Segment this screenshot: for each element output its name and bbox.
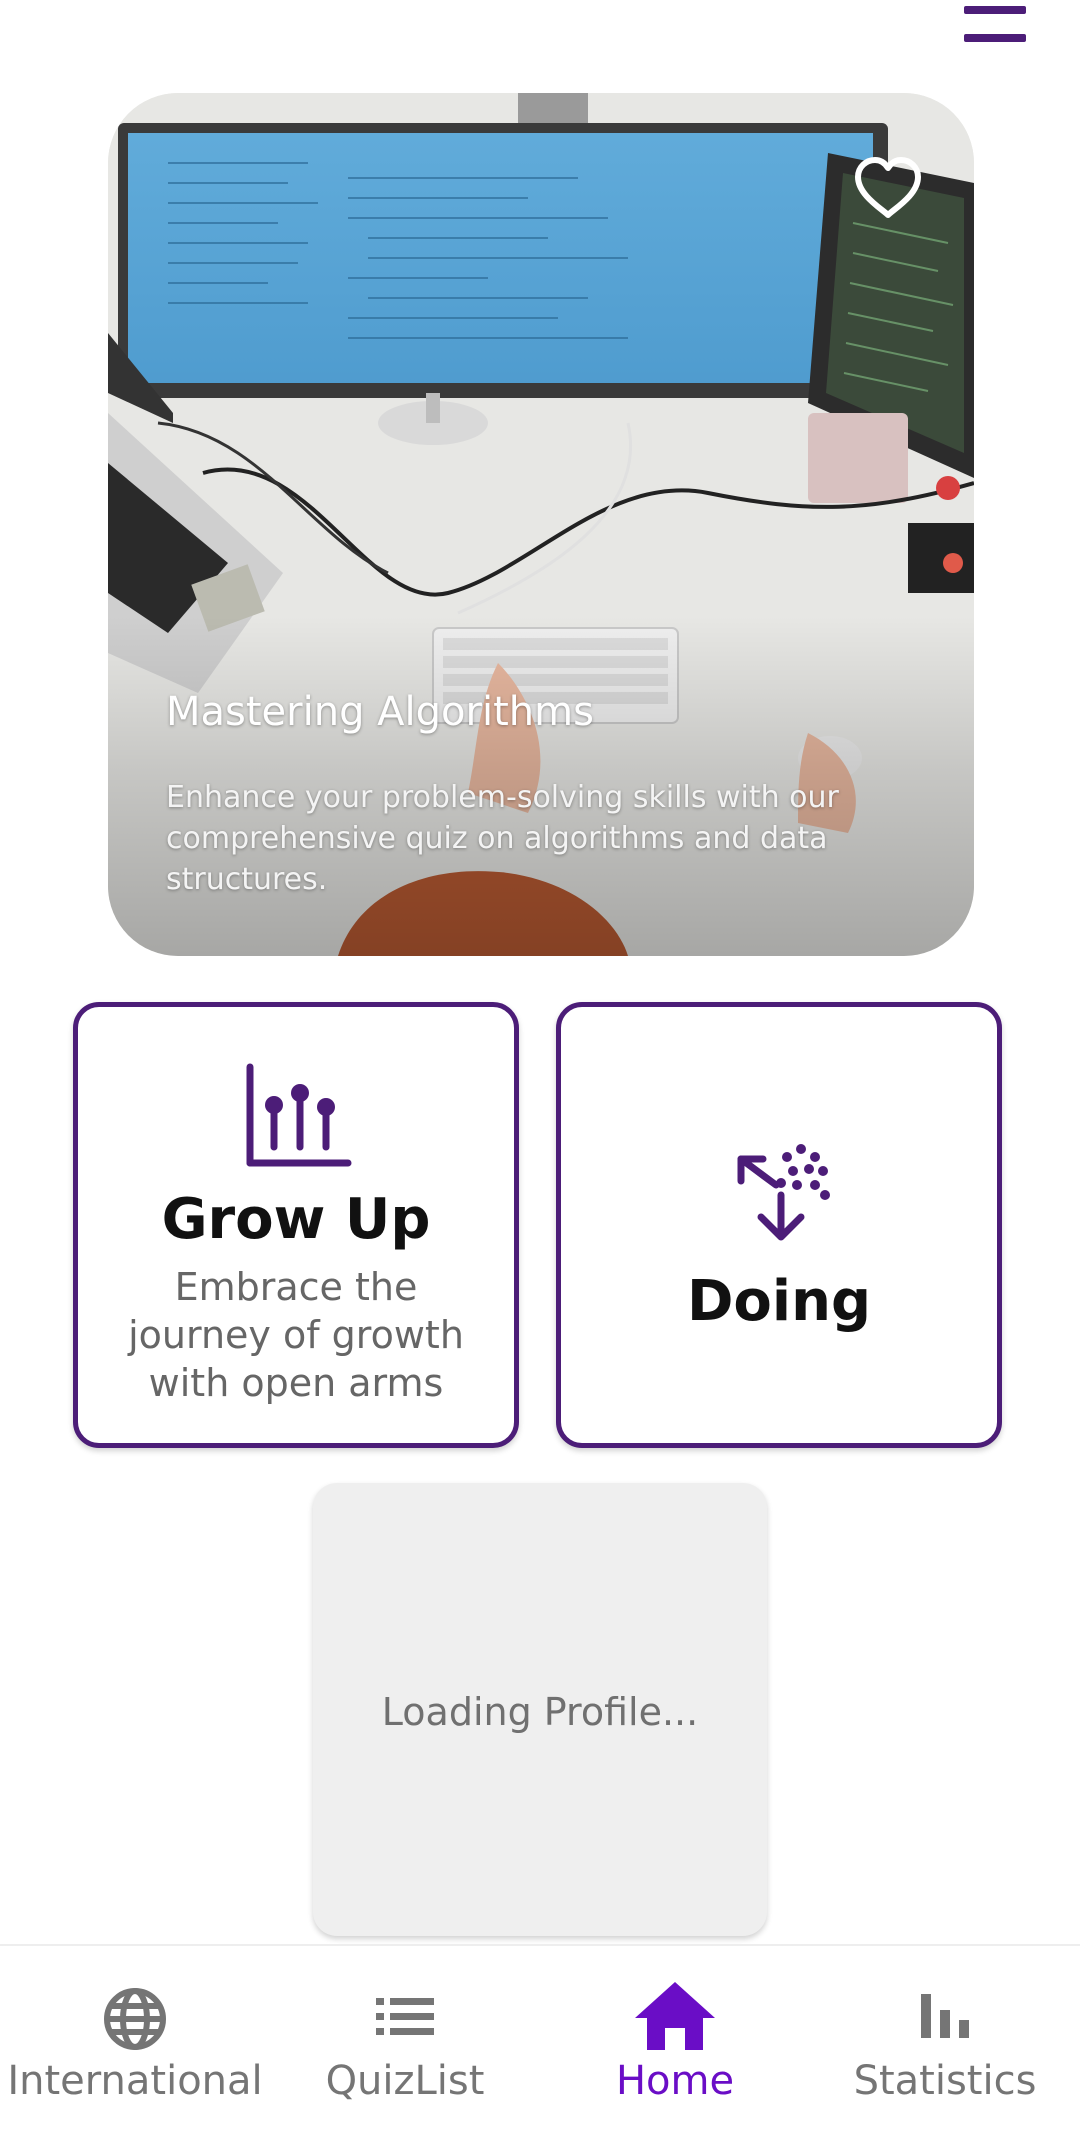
- hero-description: Enhance your problem-solving skills with…: [166, 780, 839, 897]
- profile-loading-text: Loading Profile...: [381, 1690, 699, 1734]
- bar-chart-icon: [921, 1994, 969, 2038]
- bottom-navigation: International QuizList Home Statistics: [0, 1944, 1080, 2155]
- globe-icon: [104, 1988, 166, 2050]
- nav-label-international: International: [7, 2058, 263, 2104]
- bar-chart-pins-icon: [246, 1063, 352, 1167]
- hero-title: Mastering Algorithms: [166, 689, 594, 735]
- doing-title: Doing: [686, 1269, 872, 1334]
- nav-label-home: Home: [615, 2058, 735, 2104]
- home-icon: [635, 1982, 715, 2050]
- nav-label-statistics: Statistics: [853, 2058, 1037, 2104]
- nav-item-statistics[interactable]: Statistics: [810, 1946, 1080, 2155]
- grow-up-title: Grow Up: [161, 1187, 431, 1252]
- hero-card[interactable]: Mastering Algorithms Enhance your proble…: [108, 93, 974, 956]
- scatter-arrows-icon: [737, 1144, 830, 1241]
- heart-outline-icon[interactable]: [852, 155, 924, 221]
- menu-icon[interactable]: [960, 0, 1030, 52]
- list-icon: [376, 1998, 434, 2035]
- grow-up-card[interactable]: Grow Up Embrace the journey of growth wi…: [73, 1002, 519, 1448]
- profile-card: Loading Profile...: [313, 1483, 767, 1936]
- nav-item-quizlist[interactable]: QuizList: [270, 1946, 540, 2155]
- nav-item-home[interactable]: Home: [540, 1946, 810, 2155]
- nav-label-quizlist: QuizList: [325, 2058, 485, 2104]
- doing-card[interactable]: Doing: [556, 1002, 1002, 1448]
- nav-item-international[interactable]: International: [0, 1946, 270, 2155]
- grow-up-subtitle: Embrace the journey of growth with open …: [128, 1265, 464, 1405]
